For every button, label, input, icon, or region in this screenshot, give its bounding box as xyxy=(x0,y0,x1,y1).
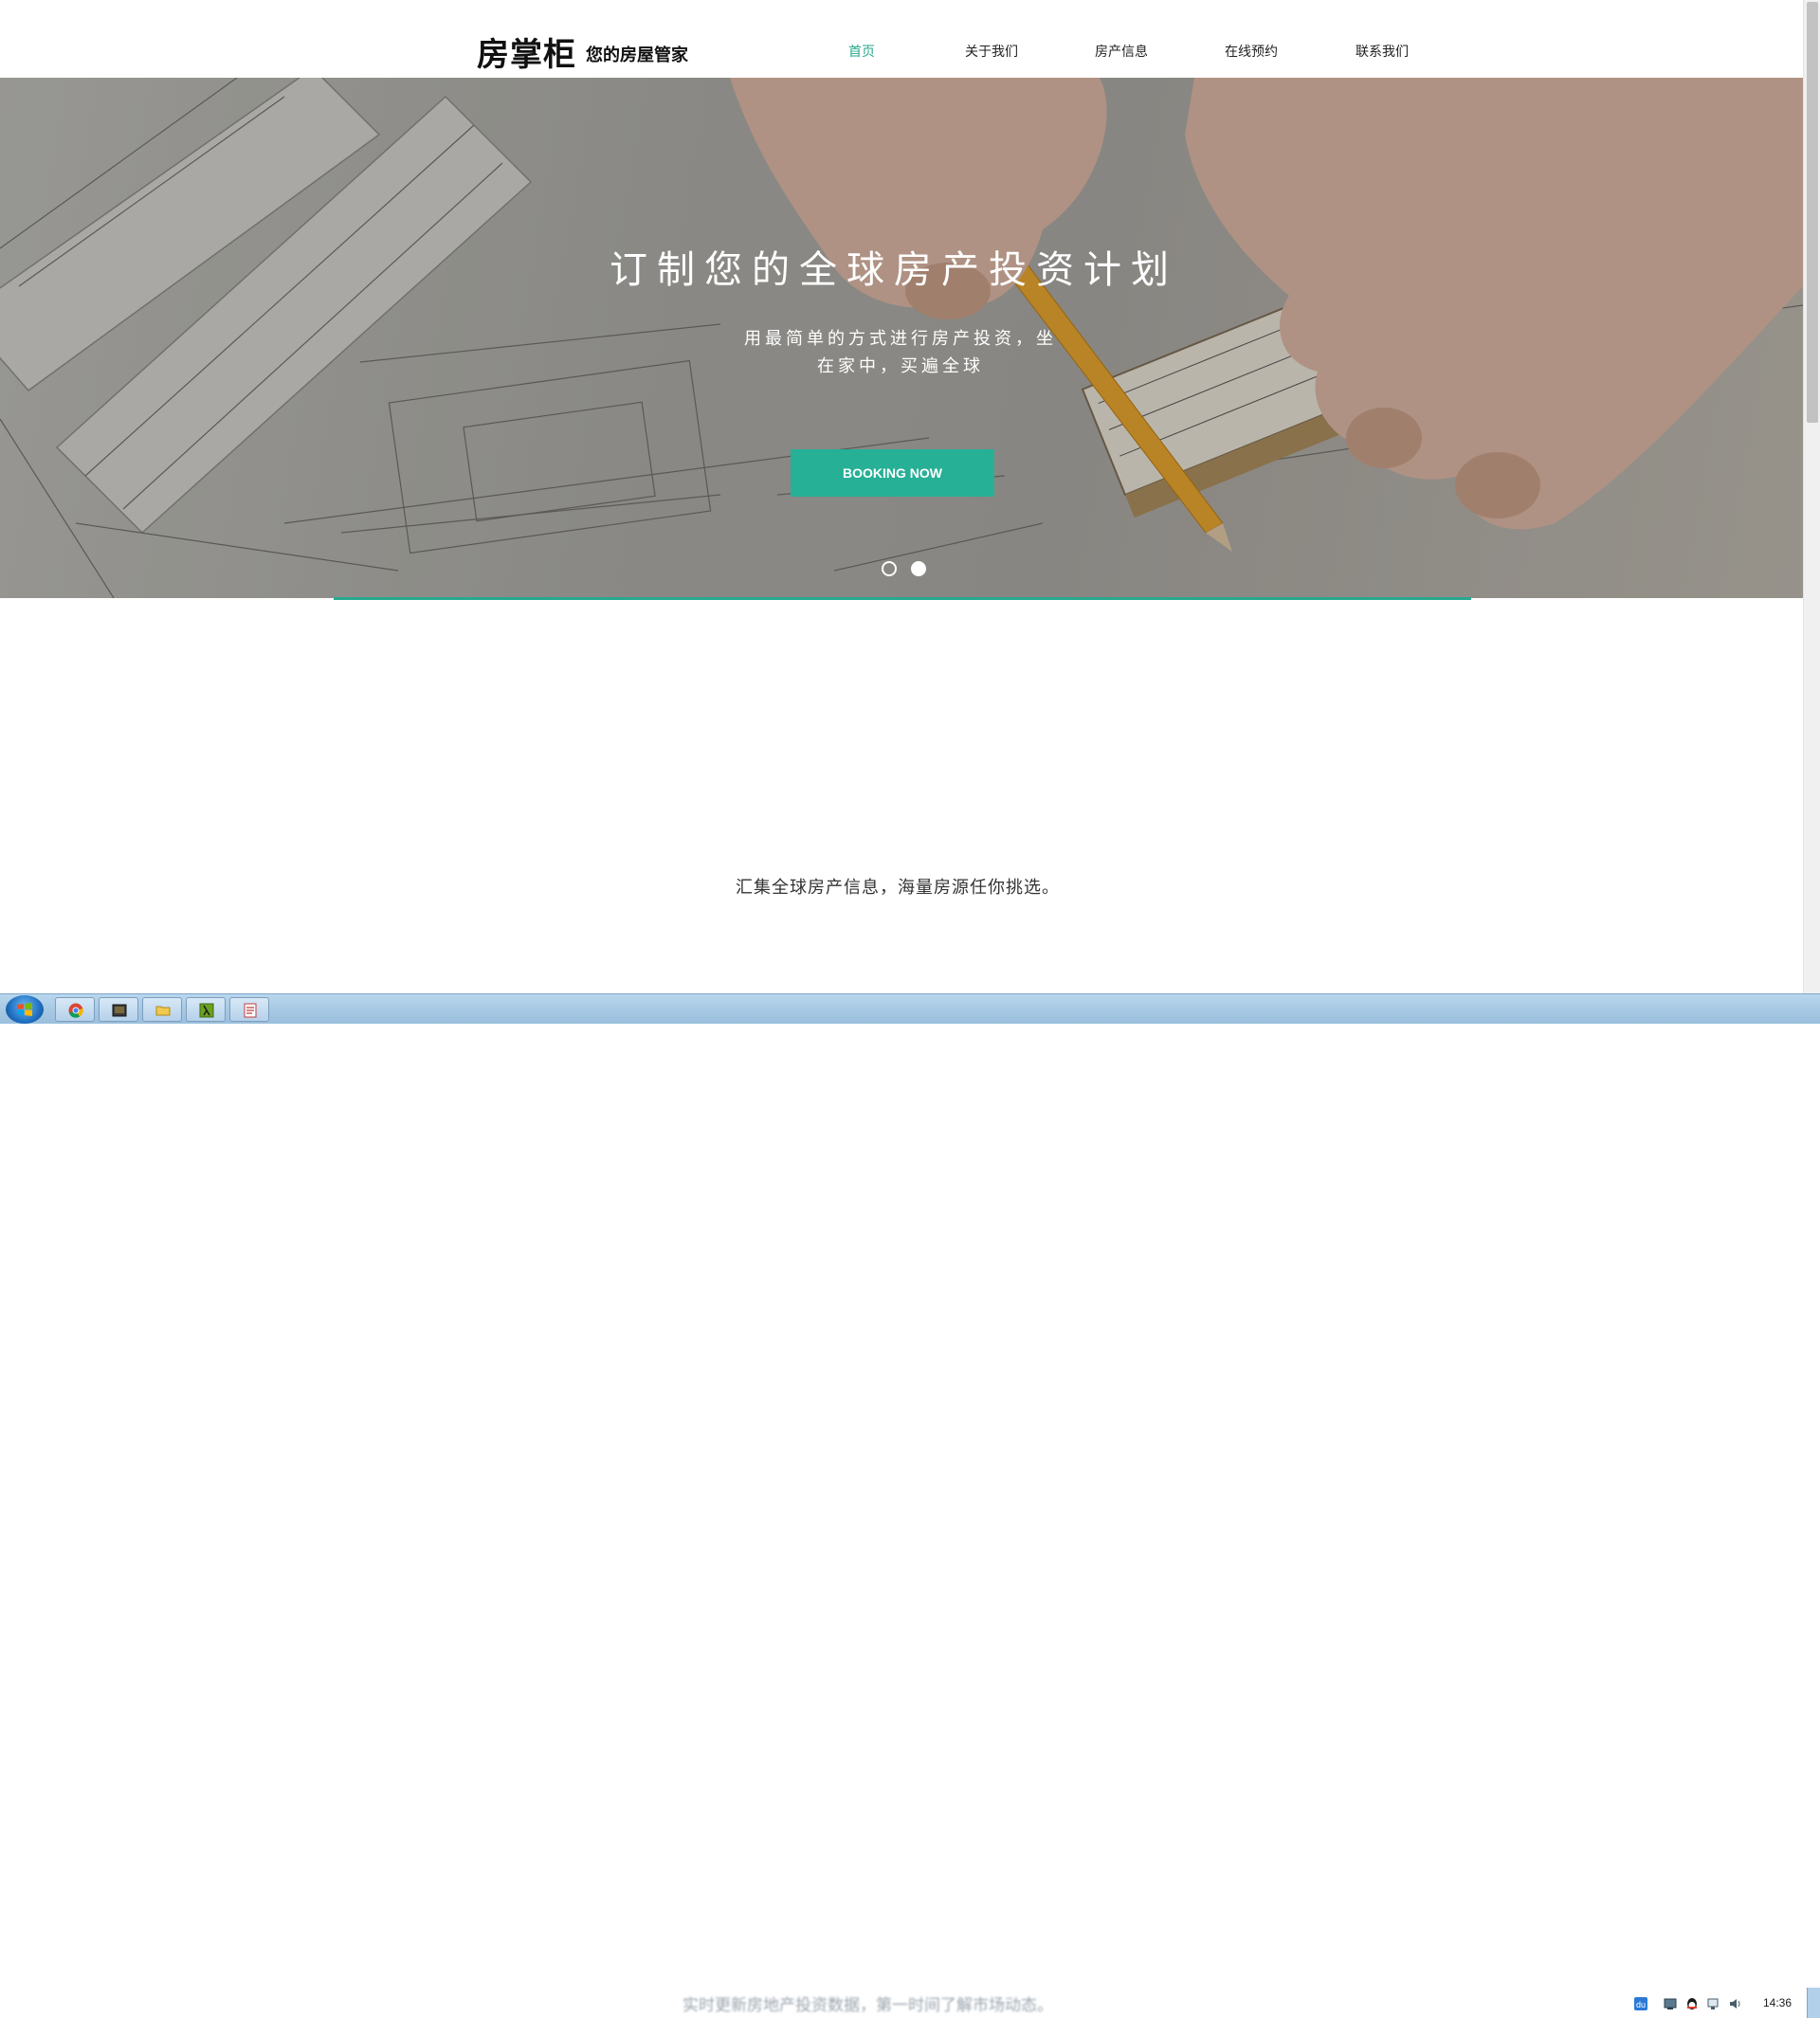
main-nav: 首页 关于我们 房产信息 在线预约 联系我们 xyxy=(0,42,1803,61)
taskbar-marquee-text: 实时更新房地产投资数据，第一时间了解市场动态。 xyxy=(682,1996,1053,2015)
volume-icon[interactable] xyxy=(1729,1997,1742,2010)
network-manager-icon[interactable] xyxy=(1664,1997,1677,2010)
show-desktop-button[interactable] xyxy=(1807,1988,1820,2018)
carousel-dot-2[interactable] xyxy=(911,561,926,576)
terminal-icon xyxy=(112,1004,127,1017)
booking-now-button[interactable]: BOOKING NOW xyxy=(791,449,994,497)
lambda-app-icon xyxy=(199,1003,214,1018)
taskbar-clock[interactable]: 14:36 xyxy=(1763,1996,1792,2009)
scrollbar-thumb[interactable] xyxy=(1807,2,1818,423)
network-icon[interactable] xyxy=(1707,1997,1720,2010)
nav-item-home[interactable]: 首页 xyxy=(848,42,875,61)
nav-item-contact[interactable]: 联系我们 xyxy=(1356,42,1409,61)
accent-divider xyxy=(334,597,1471,600)
chrome-icon xyxy=(68,1003,83,1018)
windows-logo-icon xyxy=(17,1003,32,1016)
hero-subtitle-line: 在家中，买遍全球 xyxy=(817,356,984,376)
hero-banner: 订制您的全球房产投资计划 用最简单的方式进行房产投资，坐 在家中，买遍全球 BO… xyxy=(0,78,1803,598)
nav-item-about[interactable]: 关于我们 xyxy=(965,42,1018,61)
qq-icon[interactable] xyxy=(1685,1997,1699,2010)
foxit-reader-icon xyxy=(244,1003,257,1018)
nav-item-online-booking[interactable]: 在线预约 xyxy=(1225,42,1278,61)
taskbar-app-explorer[interactable] xyxy=(142,997,182,1022)
file-explorer-icon xyxy=(155,1006,171,1016)
nav-item-property-info[interactable]: 房产信息 xyxy=(1095,42,1148,61)
taskbar-app-chrome[interactable] xyxy=(55,997,95,1022)
carousel-dot-1[interactable] xyxy=(882,561,897,576)
hero-title: 订制您的全球房产投资计划 xyxy=(610,248,1178,292)
intro-text: 汇集全球房产信息，海量房源任你挑选。 xyxy=(736,878,1060,898)
hero-subtitle-line: 用最简单的方式进行房产投资，坐 xyxy=(744,329,1057,349)
page-scrollbar[interactable] xyxy=(1803,0,1820,993)
start-button[interactable] xyxy=(6,995,44,1024)
svg-text:du: du xyxy=(1636,2000,1646,2009)
taskbar-app-reader[interactable] xyxy=(229,997,269,1022)
hero-subtitle: 用最简单的方式进行房产投资，坐 在家中，买遍全球 xyxy=(730,325,1071,380)
windows-taskbar: 实时更新房地产投资数据，第一时间了解市场动态。 du 14:36 xyxy=(0,993,1820,2018)
du-icon[interactable]: du xyxy=(1634,1997,1647,2010)
taskbar-app-terminal[interactable] xyxy=(99,997,138,1022)
site-header: 房掌柜 您的房屋管家 首页 关于我们 房产信息 在线预约 联系我们 xyxy=(0,0,1803,78)
taskbar-app-lambda[interactable] xyxy=(186,997,226,1022)
